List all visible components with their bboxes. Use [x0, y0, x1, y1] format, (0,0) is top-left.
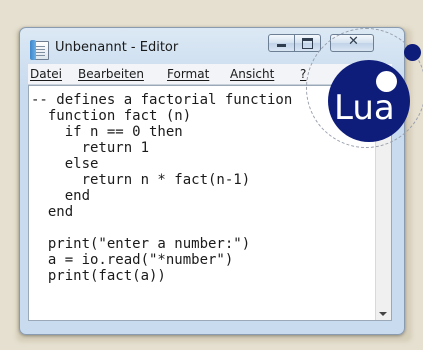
- menu-datei[interactable]: Datei: [30, 67, 62, 81]
- minimize-button[interactable]: [268, 34, 295, 52]
- lua-moon: [404, 44, 421, 61]
- menu-bearbeiten[interactable]: Bearbeiten: [78, 67, 144, 81]
- code-line: end: [31, 188, 91, 204]
- lua-logo-text: Lua: [334, 88, 395, 128]
- code-line: print("enter a number:"): [31, 236, 251, 252]
- code-line: end: [31, 204, 74, 220]
- maximize-icon: [302, 38, 313, 49]
- menu-format[interactable]: Format: [167, 67, 209, 81]
- chevron-down-icon[interactable]: [379, 312, 387, 316]
- code-line: return n * fact(n-1): [31, 172, 251, 188]
- maximize-button[interactable]: [294, 34, 321, 52]
- code-line: print(fact(a)): [31, 268, 166, 284]
- notepad-icon[interactable]: [30, 40, 49, 60]
- menu-help[interactable]: ?: [300, 67, 306, 81]
- code-line: a = io.read("*number"): [31, 252, 234, 268]
- code-line: -- defines a factorial function: [31, 92, 293, 108]
- code-line: return 1: [31, 140, 150, 156]
- code-line: else: [31, 156, 99, 172]
- lua-logo: Lua: [328, 60, 410, 142]
- code-line: function fact (n): [31, 108, 192, 124]
- code-line: if n == 0 then: [31, 124, 183, 140]
- minimize-icon: [277, 44, 286, 47]
- menu-ansicht[interactable]: Ansicht: [230, 67, 274, 81]
- window-title: Unbenannt - Editor: [55, 40, 179, 55]
